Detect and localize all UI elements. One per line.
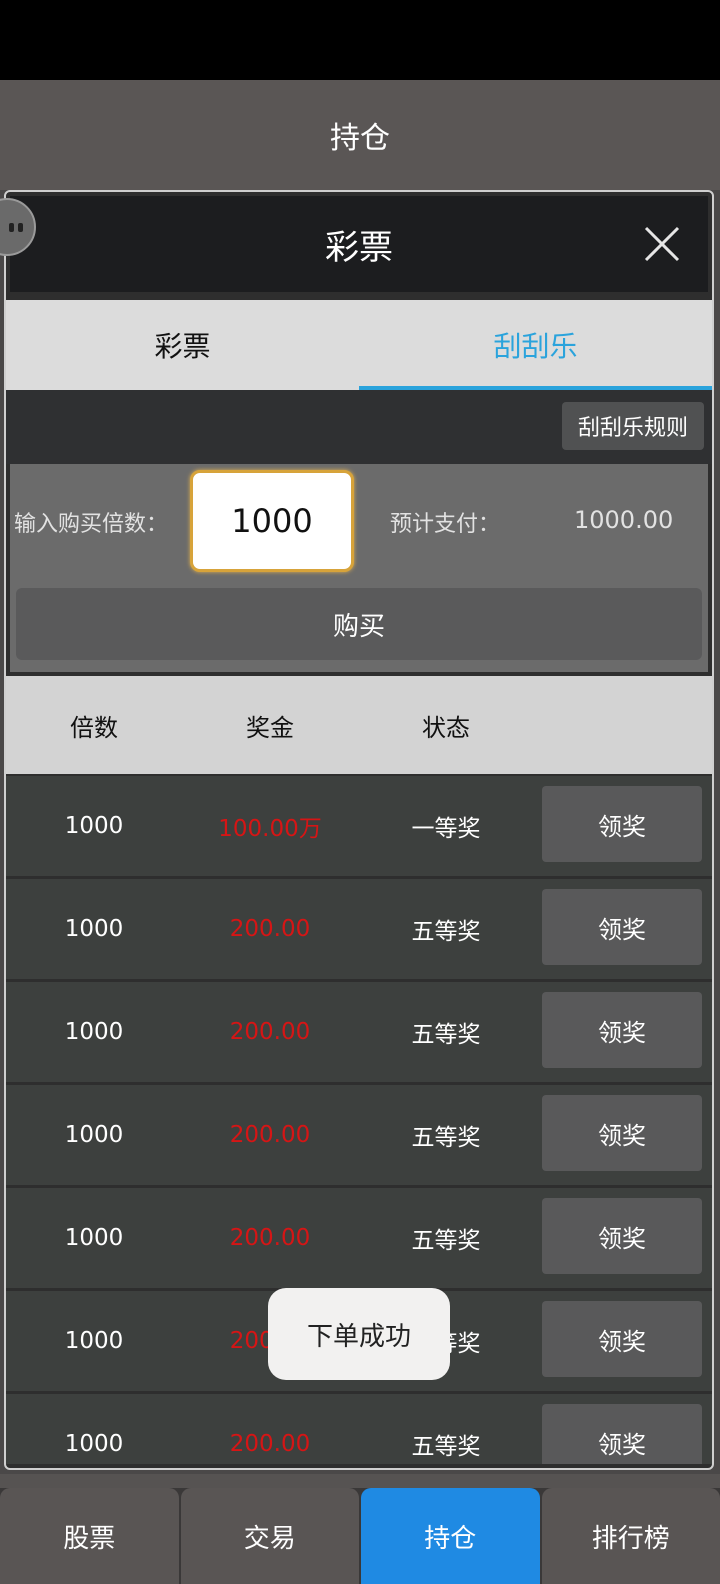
row-status: 五等奖 [411,919,481,945]
multiplier-label: 输入购买倍数： [14,512,169,537]
page-title: 持仓 [330,121,390,156]
column-multiplier: 倍数 [70,713,118,742]
buy-button[interactable]: 购买 [16,588,702,660]
row-multiplier: 1000 [64,1122,124,1148]
row-multiplier: 1000 [64,1431,124,1457]
row-prize: 200.00 [229,1431,311,1457]
tab-scratch-card-label: 刮刮乐 [493,330,578,363]
lottery-dialog: 彩票 彩票 刮刮乐 刮刮乐规则 输入购买倍数： 1000 预计支付： 1000.… [4,190,714,1470]
nav-leaderboard[interactable]: 排行榜 [541,1488,720,1584]
table-row: 1000 200.00 五等奖 领奖 [6,1394,712,1464]
dialog-tabs: 彩票 刮刮乐 [6,300,712,390]
table-header: 倍数 奖金 状态 [6,676,712,774]
nav-positions[interactable]: 持仓 [361,1488,540,1584]
claim-prize-button[interactable]: 领奖 [542,992,702,1068]
table-row: 1000 200.00 五等奖 领奖 [6,982,712,1082]
row-status: 五等奖 [411,1228,481,1254]
estimated-payment-value: 1000.00 [574,506,674,534]
rules-strip: 刮刮乐规则 [6,390,712,464]
app-root: 持仓 彩票 彩票 刮刮乐 刮刮乐规则 输入购买倍数： 1000 预计支付： 10… [0,0,720,1584]
tab-scratch-card[interactable]: 刮刮乐 [359,300,712,390]
table-row: 1000 200.00 五等奖 领奖 [6,879,712,979]
close-icon[interactable] [642,224,682,264]
app-header: 持仓 [0,80,720,190]
table-row: 1000 100.00万 一等奖 领奖 [6,776,712,876]
row-multiplier: 1000 [64,1328,124,1354]
scratch-rules-button[interactable]: 刮刮乐规则 [561,402,704,450]
toast-message: 下单成功 [268,1288,450,1380]
dialog-title: 彩票 [325,227,393,268]
claim-prize-button[interactable]: 领奖 [542,1198,702,1274]
row-status: 五等奖 [411,1022,481,1048]
column-status: 状态 [422,713,470,742]
claim-prize-button[interactable]: 领奖 [542,889,702,965]
row-multiplier: 1000 [64,1225,124,1251]
claim-prize-button[interactable]: 领奖 [542,786,702,862]
tab-lottery[interactable]: 彩票 [6,300,359,390]
claim-prize-button[interactable]: 领奖 [542,1404,702,1464]
row-multiplier: 1000 [64,1019,124,1045]
bottom-nav: 股票 交易 持仓 排行榜 [0,1488,720,1584]
row-prize: 200.00 [229,1225,311,1251]
row-multiplier: 1000 [64,813,124,839]
row-status: 五等奖 [411,1125,481,1151]
row-prize: 200.00 [229,1019,311,1045]
row-status: 一等奖 [411,816,481,842]
claim-prize-button[interactable]: 领奖 [542,1301,702,1377]
row-prize: 200.00 [229,916,311,942]
nav-trade[interactable]: 交易 [180,1488,359,1584]
tab-lottery-label: 彩票 [154,330,211,363]
status-bar [0,0,720,80]
purchase-panel: 输入购买倍数： 1000 预计支付： 1000.00 购买 [10,464,708,672]
row-multiplier: 1000 [64,916,124,942]
multiplier-input[interactable]: 1000 [190,470,354,572]
dialog-titlebar: 彩票 [10,196,708,292]
chat-dots-icon [9,222,23,232]
table-row: 1000 200.00 五等奖 领奖 [6,1085,712,1185]
table-row: 1000 200.00 五等奖 领奖 [6,1188,712,1288]
row-prize: 100.00万 [218,816,322,842]
nav-stocks[interactable]: 股票 [0,1488,179,1584]
column-prize: 奖金 [246,713,294,742]
estimated-payment-label: 预计支付： [390,512,501,537]
row-status: 五等奖 [411,1434,481,1460]
row-prize: 200.00 [229,1122,311,1148]
claim-prize-button[interactable]: 领奖 [542,1095,702,1171]
